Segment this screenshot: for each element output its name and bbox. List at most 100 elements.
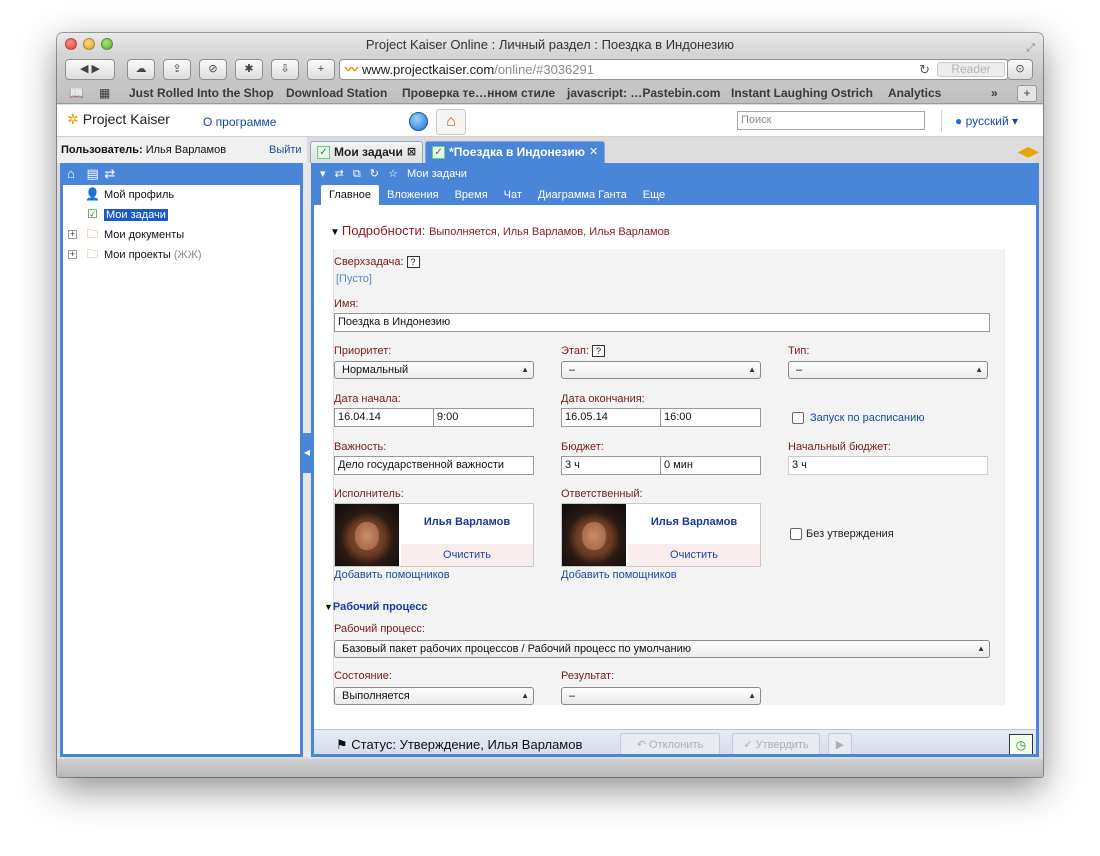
bookmark-3[interactable]: Проверка те…нном стиле (402, 83, 555, 104)
schedule-checkbox[interactable] (792, 412, 804, 424)
priority-select[interactable]: Нормальный ▲ (334, 361, 534, 379)
tab-attachments[interactable]: Вложения (379, 185, 447, 205)
bookmark-1[interactable]: Just Rolled Into the Shop (129, 83, 274, 104)
initial-budget-field[interactable]: 3 ч (788, 456, 988, 475)
zoom-window-button[interactable] (101, 38, 113, 50)
reading-list-icon[interactable]: 📖 (69, 83, 84, 104)
tab-my-tasks[interactable]: ✓ Мои задачи ⊠ (310, 141, 424, 163)
next-icon[interactable]: ▶ (828, 733, 852, 754)
expand-icon[interactable]: + (68, 230, 77, 239)
block-icon[interactable]: ⊘ (199, 59, 227, 80)
new-tab-button[interactable]: + (1017, 85, 1037, 102)
schedule-label[interactable]: Запуск по расписанию (810, 412, 925, 424)
bookmark-2[interactable]: Download Station (286, 83, 387, 104)
star-icon[interactable]: ☆ (388, 168, 398, 180)
no-approval-checkbox[interactable] (790, 528, 802, 540)
responsible-name[interactable]: Илья Варламов (628, 516, 760, 528)
bookmarks-more-icon[interactable]: » (991, 83, 998, 104)
open-external-icon[interactable]: ⧉ (353, 168, 361, 180)
add-bookmark-button[interactable]: + (307, 59, 335, 80)
bookmark-6[interactable]: Analytics (888, 83, 941, 104)
workflow-select[interactable]: Базовый пакет рабочих процессов / Рабочи… (334, 640, 990, 658)
address-bar[interactable]: 〰 www.projectkaiser.com/online/#3036291 … (339, 59, 1009, 80)
url-host: www.projectkaiser.com (362, 62, 495, 77)
tab-trip-indonesia[interactable]: ✓ *Поездка в Индонезию ✕ (425, 141, 606, 163)
bookmark-4[interactable]: javascript: …Pastebin.com (567, 83, 720, 104)
extension-icon[interactable]: ✱ (235, 59, 263, 80)
result-select[interactable]: – ▲ (561, 687, 761, 705)
tab-time[interactable]: Время (447, 185, 496, 205)
sidebar-item-documents[interactable]: + 🗀 Мои документы (63, 225, 300, 245)
collapse-all-icon[interactable]: ▤ (86, 166, 98, 181)
responsible-card: Илья Варламов Очистить (561, 503, 761, 567)
sidebar-item-label: Мои задачи (104, 209, 168, 221)
about-link[interactable]: О программе (203, 115, 276, 129)
details-title: Подробности: (341, 223, 426, 238)
globe-icon[interactable] (409, 112, 428, 131)
expand-icon[interactable]: + (68, 250, 77, 259)
help-icon[interactable]: ? (406, 256, 420, 268)
end-time-field[interactable]: 16:00 (660, 408, 761, 427)
close-window-button[interactable] (65, 38, 77, 50)
start-time-field[interactable]: 9:00 (433, 408, 534, 427)
stage-select[interactable]: – ▲ (561, 361, 761, 379)
collapse-panel-icon[interactable]: ◀ (303, 433, 311, 473)
tab-scroll-arrows-icon[interactable]: ◀▶ (1017, 143, 1039, 160)
clear-responsible-button[interactable]: Очистить (628, 544, 760, 566)
avatar-face (355, 522, 379, 550)
sidebar-item-profile[interactable]: 👤 Мой профиль (63, 185, 300, 205)
clock-icon[interactable]: ◷ (1009, 734, 1033, 754)
top-sites-icon[interactable]: ▦ (99, 83, 110, 104)
swap-icon[interactable]: ⇄ (335, 168, 344, 180)
sidebar-item-projects[interactable]: + 🗀 Мои проекты (ЖЖ) (63, 245, 300, 265)
add-helpers-link[interactable]: Добавить помощников (561, 569, 677, 581)
details-header[interactable]: ▼ Подробности: Выполняется, Илья Варламов… (330, 223, 670, 238)
share-icon[interactable]: ⇪ (163, 59, 191, 80)
clear-assignee-button[interactable]: Очистить (401, 544, 533, 566)
refresh-icon[interactable]: ⇄ (104, 166, 115, 181)
reader-button[interactable]: Reader (937, 62, 1005, 77)
close-tab-icon[interactable]: ✕ (589, 142, 598, 163)
approve-button[interactable]: ✓ Утвердить (732, 733, 820, 754)
close-tab-icon[interactable]: ⊠ (407, 142, 416, 163)
tab-more[interactable]: Еще (635, 185, 673, 205)
assignee-name[interactable]: Илья Варламов (401, 516, 533, 528)
back-forward-button[interactable]: ◀ ▶ (65, 59, 115, 80)
reload-icon[interactable]: ↻ (919, 60, 930, 79)
tab-gantt[interactable]: Диаграмма Ганта (530, 185, 635, 205)
app-logo[interactable]: ✲ Project Kaiser (67, 111, 170, 128)
add-helpers-link[interactable]: Добавить помощников (334, 569, 450, 581)
tab-main[interactable]: Главное (321, 185, 380, 205)
help-icon[interactable]: ? (591, 345, 605, 357)
logout-link[interactable]: Выйти (269, 137, 302, 163)
panel-splitter[interactable]: ◀ (303, 163, 311, 757)
importance-field[interactable]: Дело государственной важности (334, 456, 534, 475)
name-field[interactable]: Поездка в Индонезию (334, 313, 990, 332)
budget-hours-field[interactable]: 3 ч (561, 456, 661, 475)
minimize-window-button[interactable] (83, 38, 95, 50)
start-date-field[interactable]: 16.04.14 (334, 408, 434, 427)
workflow-section-header[interactable]: ▼Рабочий процесс (324, 601, 428, 613)
cloud-icon[interactable]: ☁ (127, 59, 155, 80)
parent-task-value[interactable]: [Пусто] (336, 273, 372, 285)
assignee-card: Илья Варламов Очистить (334, 503, 534, 567)
reject-button[interactable]: ↶ Отклонить (620, 733, 720, 754)
end-date-field[interactable]: 16.05.14 (561, 408, 661, 427)
language-select[interactable]: ● русский ▾ (941, 110, 1018, 132)
dropdown-icon[interactable]: ▾ (320, 168, 326, 180)
sidebar-item-tasks[interactable]: ☑ Мои задачи (63, 205, 300, 225)
home-icon[interactable]: ⌂ (67, 166, 75, 181)
state-select[interactable]: Выполняется ▲ (334, 687, 534, 705)
tab-chat[interactable]: Чат (496, 185, 530, 205)
favorite-label[interactable]: Мои задачи (407, 168, 467, 180)
home-icon[interactable]: ⌂ (436, 109, 466, 135)
downloads-icon[interactable]: ⊙ (1007, 59, 1033, 80)
download-icon[interactable]: ⇩ (271, 59, 299, 80)
search-input[interactable]: Поиск (737, 111, 925, 130)
form-scroll-area[interactable]: ▼ Подробности: Выполняется, Илья Варламов… (314, 205, 1036, 705)
budget-minutes-field[interactable]: 0 мин (660, 456, 761, 475)
refresh-icon[interactable]: ↻ (370, 168, 379, 180)
no-approval-label[interactable]: Без утверждения (806, 528, 894, 540)
bookmark-5[interactable]: Instant Laughing Ostrich (731, 83, 873, 104)
type-select[interactable]: – ▲ (788, 361, 988, 379)
